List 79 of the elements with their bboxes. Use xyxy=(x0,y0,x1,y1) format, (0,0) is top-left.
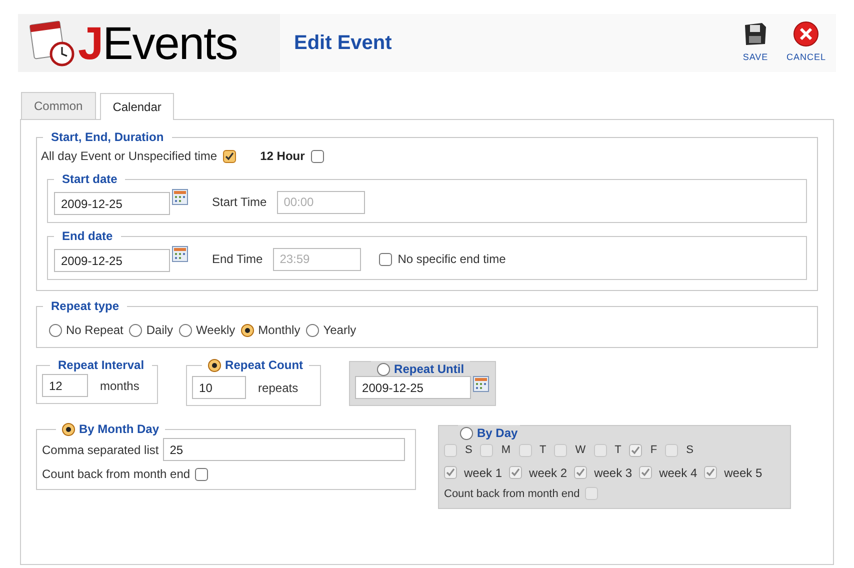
list-field[interactable]: 25 xyxy=(162,438,405,461)
checkbox[interactable] xyxy=(594,444,607,457)
radio-label: No Repeat xyxy=(66,322,124,339)
section-legend: Repeat type xyxy=(43,297,128,315)
checkbox[interactable] xyxy=(223,150,236,162)
checkbox[interactable] xyxy=(310,150,324,162)
radio-label: Monthly xyxy=(258,322,300,339)
radio-button[interactable] xyxy=(208,358,222,372)
checkbox[interactable] xyxy=(444,466,457,479)
checkbox[interactable] xyxy=(554,444,568,457)
tab[interactable]: Common xyxy=(21,92,96,119)
section-legend: By Month Day xyxy=(79,420,160,438)
checkbox-label: week 1 xyxy=(464,464,502,482)
radio-button[interactable] xyxy=(62,422,75,436)
section-legend: Start date xyxy=(54,170,126,188)
calendar-icon[interactable] xyxy=(473,376,490,392)
calendar-icon[interactable] xyxy=(172,246,188,262)
section-legend: Repeat Until xyxy=(394,360,464,378)
checkbox[interactable] xyxy=(195,468,208,480)
checkbox[interactable] xyxy=(480,444,494,457)
checkbox-label: Count back from month end xyxy=(42,466,190,483)
calendar-clock-icon xyxy=(28,19,76,67)
checkbox-label: week 4 xyxy=(659,464,698,482)
section-legend: Start, End, Duration xyxy=(43,128,172,146)
checkbox-label: S xyxy=(686,443,694,458)
checkbox-label: week 5 xyxy=(724,464,762,482)
radio-label: Weekly xyxy=(196,322,236,339)
checkbox-label: W xyxy=(575,443,586,458)
checkbox-label: T xyxy=(540,443,546,458)
checkbox-label: All day Event or Unspecified time xyxy=(41,148,218,165)
radio-button[interactable] xyxy=(179,324,192,336)
radio-label: Daily xyxy=(146,322,174,339)
section-legend: By Day xyxy=(477,424,518,442)
checkbox-label: T xyxy=(614,443,622,458)
calendar-icon[interactable] xyxy=(172,189,188,205)
unit-label: months xyxy=(100,378,140,394)
cancel-button[interactable]: CANCEL xyxy=(784,21,828,65)
logo-text: JEvents xyxy=(78,20,238,66)
radio-button[interactable] xyxy=(377,362,390,376)
date-field[interactable]: 2009-12-25 xyxy=(54,192,170,215)
checkbox[interactable] xyxy=(629,444,642,457)
save-button[interactable]: SAVE xyxy=(740,21,770,65)
checkbox[interactable] xyxy=(574,466,588,479)
radio-button[interactable] xyxy=(460,426,473,440)
checkbox[interactable] xyxy=(444,444,457,457)
checkbox-label: week 3 xyxy=(594,464,632,482)
checkbox-label: Count back from month end xyxy=(444,486,580,502)
date-field[interactable]: 2009-12-25 xyxy=(355,376,472,399)
checkbox[interactable] xyxy=(704,466,718,479)
checkbox-label: S xyxy=(465,443,472,458)
page-title: Edit Event xyxy=(294,31,392,56)
interval-field[interactable]: 12 xyxy=(42,374,88,397)
date-field[interactable]: 2009-12-25 xyxy=(54,249,170,272)
count-field[interactable]: 10 xyxy=(192,376,246,399)
section-legend: Repeat Count xyxy=(225,356,304,374)
checkbox-label: week 2 xyxy=(529,464,568,482)
radio-button[interactable] xyxy=(241,324,254,336)
radio-label: Yearly xyxy=(323,322,356,339)
checkbox-label: No specific end time xyxy=(398,251,506,268)
section-legend: Repeat Interval xyxy=(50,356,152,374)
radio-button[interactable] xyxy=(49,324,62,336)
checkbox-label: F xyxy=(650,443,658,458)
checkbox[interactable] xyxy=(518,444,532,457)
close-icon xyxy=(793,21,820,48)
radio-button[interactable] xyxy=(306,324,320,336)
unit-label: repeats xyxy=(258,380,298,396)
checkbox-label: M xyxy=(501,443,511,458)
checkbox[interactable] xyxy=(665,444,678,457)
checkbox[interactable] xyxy=(639,466,652,479)
checkbox[interactable] xyxy=(584,487,598,500)
checkbox[interactable] xyxy=(378,252,392,266)
field-label: Start Time xyxy=(212,194,267,211)
radio-button[interactable] xyxy=(129,324,142,336)
field-label: End Time xyxy=(212,251,263,268)
checkbox[interactable] xyxy=(509,466,522,479)
checkbox-label: 12 Hour xyxy=(260,148,305,165)
section-legend: End date xyxy=(54,227,121,245)
tab[interactable]: Calendar xyxy=(100,93,174,120)
field-label: Comma separated list xyxy=(42,442,159,458)
